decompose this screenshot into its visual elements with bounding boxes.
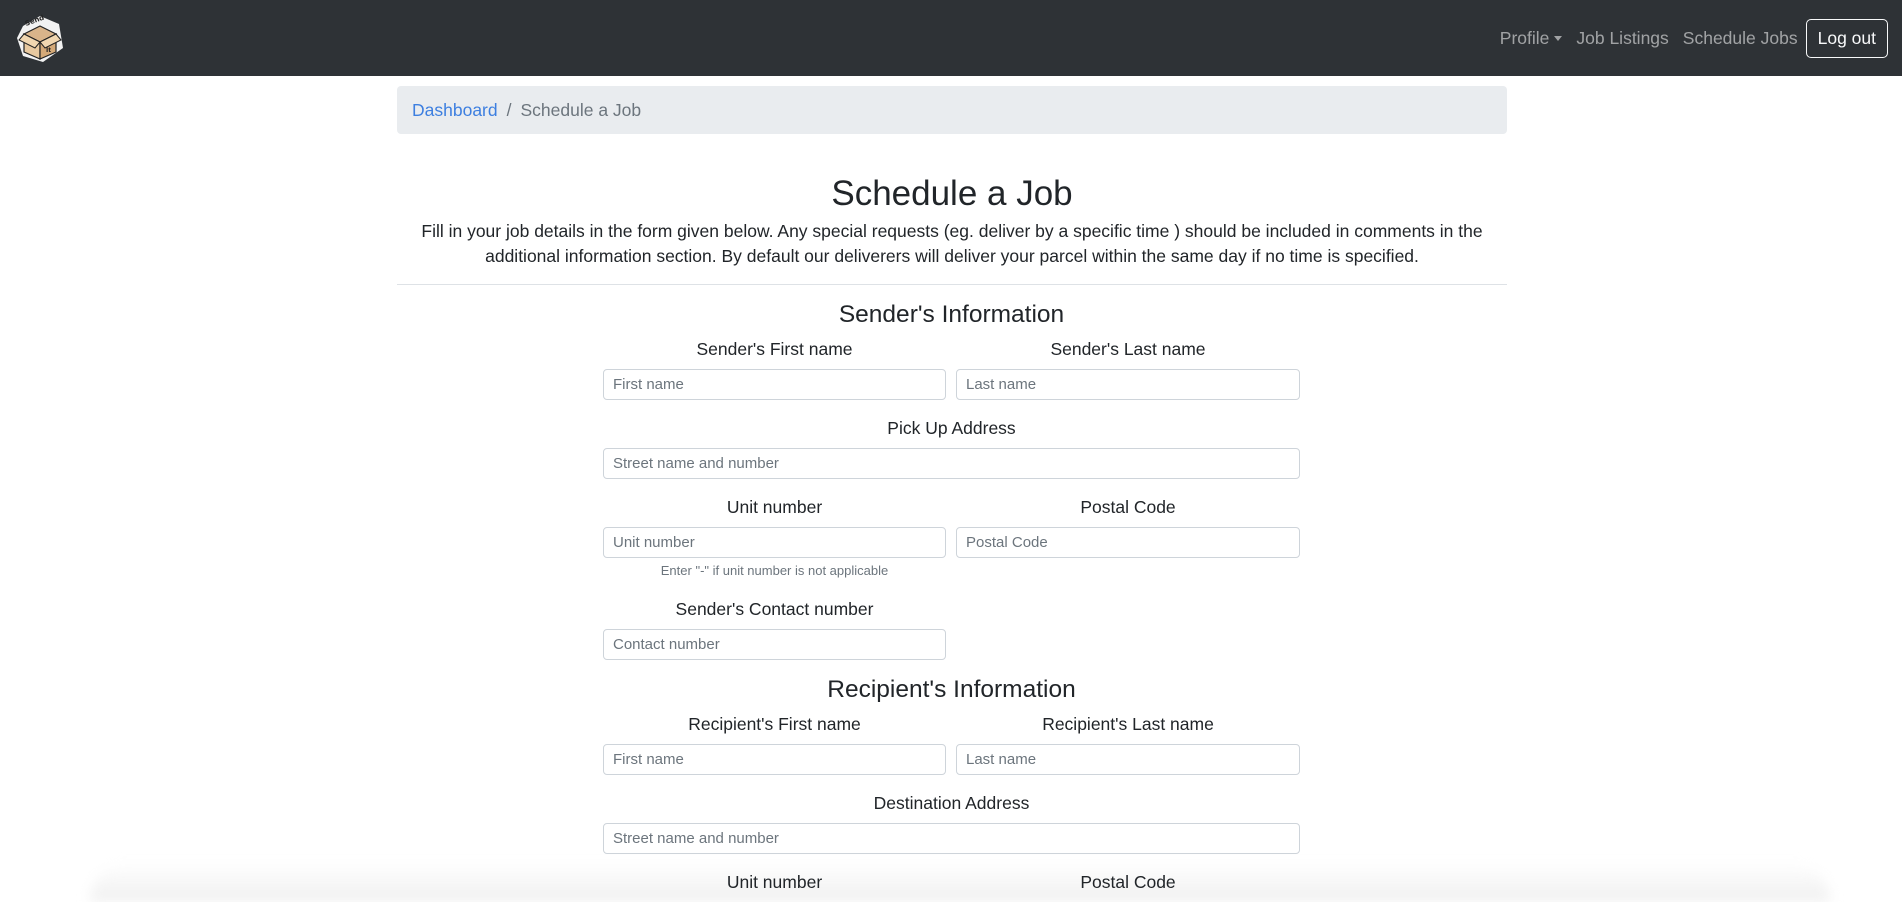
nav-profile-label: Profile <box>1499 28 1550 48</box>
caret-down-icon <box>1554 36 1563 41</box>
breadcrumb-dashboard-link[interactable]: Dashboard <box>412 100 498 121</box>
pickup-address-label: Pick Up Address <box>887 418 1016 438</box>
sender-last-name-input[interactable] <box>956 369 1300 400</box>
sender-section-heading: Sender's Information <box>838 301 1065 328</box>
recipient-last-name-input[interactable] <box>956 744 1300 775</box>
page-title: Schedule a Job <box>831 174 1073 213</box>
nav-profile-dropdown[interactable]: Profile <box>1493 28 1570 49</box>
sender-first-name-input[interactable] <box>603 369 946 400</box>
nav-job-listings[interactable]: Job Listings <box>1569 28 1675 49</box>
sender-postal-code-input[interactable] <box>956 527 1300 558</box>
recipient-first-name-label: Recipient's First name <box>688 714 861 734</box>
nav-schedule-jobs[interactable]: Schedule Jobs <box>1676 28 1805 49</box>
sender-contact-number-label: Sender's Contact number <box>675 599 874 619</box>
recipient-section-heading: Recipient's Information <box>827 676 1076 703</box>
recipient-first-name-input[interactable] <box>603 744 946 775</box>
svg-text:It: It <box>46 47 51 54</box>
nav-links: Profile Job Listings Schedule Jobs Log o… <box>1493 19 1888 58</box>
breadcrumb-separator: / <box>506 99 512 120</box>
destination-address-label: Destination Address <box>873 793 1030 813</box>
page-intro: Fill in your job details in the form giv… <box>421 221 1483 266</box>
sender-unit-number-label: Unit number <box>726 497 823 517</box>
sender-contact-number-input[interactable] <box>603 629 946 660</box>
breadcrumb-current: Schedule a Job <box>520 99 642 120</box>
logout-button[interactable]: Log out <box>1805 19 1888 58</box>
breadcrumb: Dashboard / Schedule a Job <box>397 86 1507 134</box>
destination-address-input[interactable] <box>603 823 1300 854</box>
sender-first-name-label: Sender's First name <box>696 339 853 359</box>
recipient-last-name-label: Recipient's Last name <box>1042 714 1214 734</box>
top-navbar: Send It Profile Job Listings Schedule Jo… <box>0 0 1902 76</box>
divider <box>397 284 1507 285</box>
sender-last-name-label: Sender's Last name <box>1050 339 1206 359</box>
pickup-address-input[interactable] <box>603 448 1300 479</box>
sender-unit-number-input[interactable] <box>603 527 946 558</box>
parcel-box-logo-icon[interactable]: Send It <box>13 12 67 66</box>
sender-postal-code-label: Postal Code <box>1080 497 1176 517</box>
unit-number-help-text: Enter "-" if unit number is not applicab… <box>660 563 889 578</box>
